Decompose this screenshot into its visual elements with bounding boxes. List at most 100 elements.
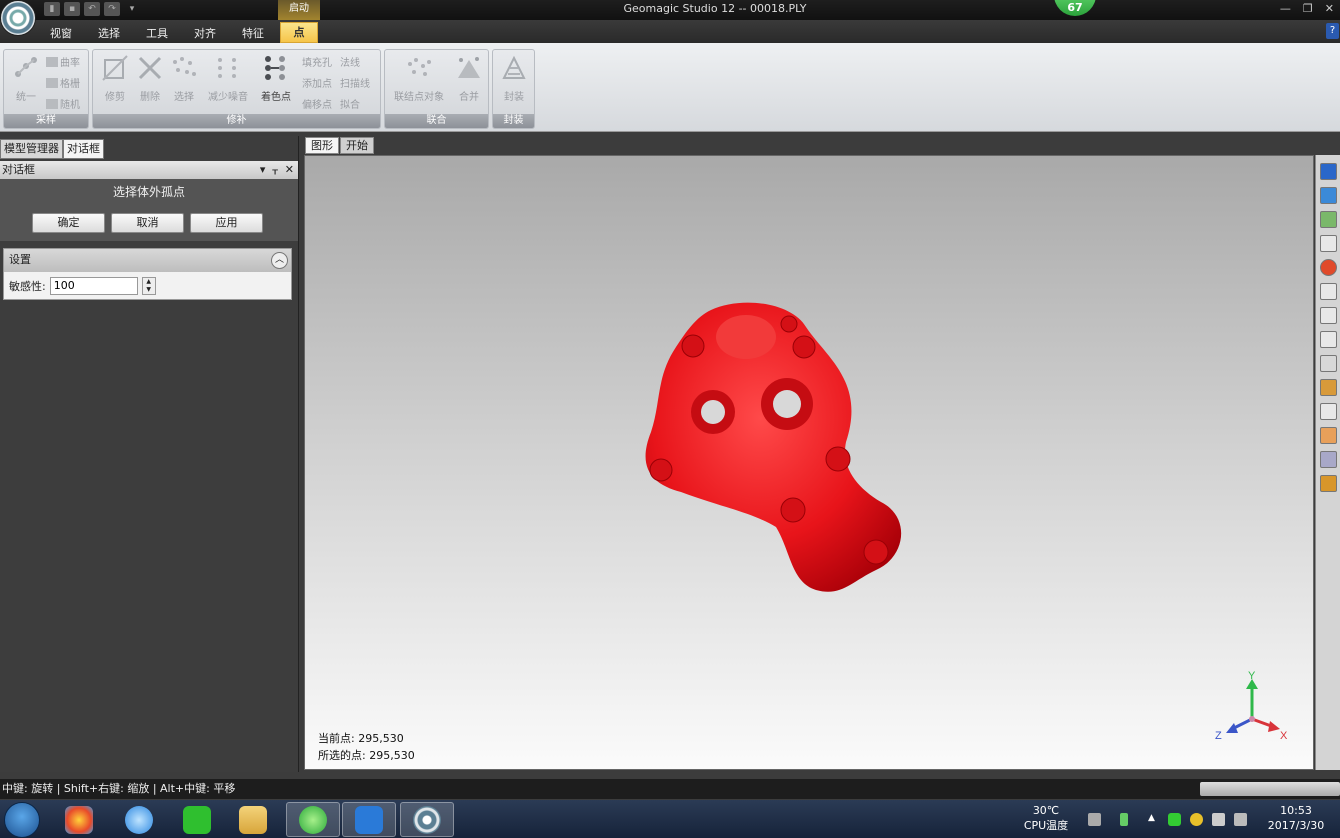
join-objects-label: 联结点对象	[394, 92, 444, 103]
dialog-title: 选择体外孤点	[0, 179, 298, 205]
fill-hole-button[interactable]: 填充孔	[302, 54, 332, 69]
taskbar-app-explorer[interactable]	[226, 802, 280, 837]
scan-lines-button[interactable]: 扫描线	[340, 75, 370, 90]
fit-button[interactable]: 拟合	[340, 96, 360, 111]
volume-icon[interactable]	[1212, 813, 1225, 826]
color-points-button[interactable]: 着色点	[256, 54, 296, 103]
curvature-icon	[46, 57, 58, 67]
line-select-icon[interactable]	[1320, 331, 1337, 348]
reduce-noise-button[interactable]: 减少噪音	[206, 54, 250, 103]
taskbar-app-iqiyi[interactable]	[170, 802, 224, 837]
layer-icon[interactable]	[1320, 427, 1337, 444]
random-button[interactable]: 随机	[46, 96, 80, 111]
app-menu-button[interactable]	[0, 0, 36, 36]
spin-down-icon[interactable]: ▼	[146, 286, 151, 294]
polyline-select-icon[interactable]	[1320, 403, 1337, 420]
cancel-button[interactable]: 取消	[111, 213, 184, 233]
tab-model-manager[interactable]: 模型管理器	[0, 139, 63, 159]
taskbar-app-geomagic[interactable]	[400, 802, 454, 837]
random-label: 随机	[60, 100, 80, 111]
tab-dialog[interactable]: 对话框	[63, 139, 104, 159]
undo-icon[interactable]: ↶	[84, 2, 100, 16]
offset-points-button[interactable]: 偏移点	[302, 96, 332, 111]
collapse-icon[interactable]: ︿	[271, 252, 288, 269]
normals-button[interactable]: 法线	[340, 54, 360, 69]
taskbar-app-ie[interactable]	[112, 802, 166, 837]
fit-label: 拟合	[340, 100, 360, 111]
zoom-icon[interactable]	[1320, 235, 1337, 252]
network-icon[interactable]	[1234, 813, 1247, 826]
ok-button[interactable]: 确定	[32, 213, 105, 233]
filter-icon[interactable]	[1320, 451, 1337, 468]
dropdown-icon[interactable]: ▾	[260, 161, 266, 178]
grid-button[interactable]: 格栅	[46, 75, 80, 90]
rectangle-select-icon[interactable]	[1320, 283, 1337, 300]
maximize-button[interactable]: ❐	[1303, 2, 1313, 15]
settings-header[interactable]: 设置 ︿	[4, 249, 291, 272]
spin-up-icon[interactable]: ▲	[146, 278, 151, 286]
box-icon[interactable]	[1320, 475, 1337, 492]
graphics-viewport[interactable]: 当前点: 295,530 所选的点: 295,530 Y X Z	[304, 155, 1314, 770]
battery-icon[interactable]	[1120, 813, 1128, 826]
brush-select-icon[interactable]	[1320, 355, 1337, 372]
landscape-icon[interactable]	[1320, 211, 1337, 228]
menu-points[interactable]: 点	[280, 22, 318, 43]
join-objects-button[interactable]: 联结点对象	[391, 54, 447, 103]
keyboard-icon[interactable]	[1088, 813, 1101, 826]
clock[interactable]: 10:53 2017/3/30	[1256, 803, 1336, 833]
add-points-button[interactable]: 添加点	[302, 75, 332, 90]
cpu-temperature[interactable]: 30℃ CPU温度	[1020, 803, 1072, 833]
menu-view[interactable]: 视窗	[50, 25, 72, 41]
wrap-button[interactable]: 封装	[494, 54, 534, 103]
custom-region-icon[interactable]	[1320, 379, 1337, 396]
point-cloud-model[interactable]	[641, 302, 911, 602]
tray-app-icon[interactable]	[1190, 813, 1203, 826]
performance-badge[interactable]: 67	[1054, 0, 1096, 16]
menu-align[interactable]: 对齐	[194, 25, 216, 41]
taskbar-app-wps[interactable]	[342, 802, 396, 837]
menu-features[interactable]: 特征	[242, 25, 264, 41]
cpu-temp-label: CPU温度	[1023, 819, 1069, 832]
sensitivity-spinner[interactable]: ▲ ▼	[141, 276, 156, 295]
taskbar-app-360[interactable]	[52, 802, 106, 837]
tab-start[interactable]: 开始	[340, 137, 374, 154]
taskbar-app-browser[interactable]	[286, 802, 340, 837]
pin-icon[interactable]: ᚁ	[272, 161, 277, 178]
minimize-button[interactable]: —	[1280, 2, 1291, 15]
curvature-button[interactable]: 曲率	[46, 54, 80, 69]
menu-tools[interactable]: 工具	[146, 25, 168, 41]
redo-icon[interactable]: ↷	[104, 2, 120, 16]
close-icon[interactable]: ✕	[285, 161, 294, 178]
qat-dropdown-icon[interactable]: ▾	[124, 2, 140, 16]
help-button[interactable]: ?	[1326, 23, 1339, 39]
delete-icon	[138, 56, 162, 80]
security-shield-icon[interactable]	[1168, 813, 1181, 826]
trim-button[interactable]: 修剪	[95, 54, 135, 103]
menu-select[interactable]: 选择	[98, 25, 120, 41]
dialog-buttons: 确定 取消 应用	[0, 205, 298, 241]
close-button[interactable]: ✕	[1325, 2, 1334, 15]
view-cube-icon[interactable]	[1320, 163, 1337, 180]
sensitivity-input[interactable]	[49, 276, 138, 295]
apply-button[interactable]: 应用	[190, 213, 263, 233]
select-button[interactable]: 选择	[164, 54, 204, 103]
color-sphere-icon[interactable]	[1320, 259, 1337, 276]
start-context-tab[interactable]: 启动	[278, 0, 320, 20]
dialog-header-controls: ▾ ᚁ ✕	[260, 161, 294, 178]
left-panel: 模型管理器 对话框 对话框 ▾ ᚁ ✕ 选择体外孤点 确定 取消 应用 设置 ︿…	[0, 136, 299, 772]
dialog-panel-header: 对话框 ▾ ᚁ ✕	[0, 161, 298, 179]
window-controls: — ❐ ✕	[1280, 2, 1334, 15]
tray-expand-icon[interactable]: ▲	[1148, 813, 1161, 826]
unify-button[interactable]: 统一	[6, 54, 46, 103]
mouse-hint: 中键: 旋转 | Shift+右键: 缩放 | Alt+中键: 平移	[2, 782, 236, 795]
start-button[interactable]	[4, 802, 40, 838]
model-hole-right	[773, 390, 801, 418]
axis-x-label: X	[1280, 730, 1288, 741]
merge-button[interactable]: 合并	[449, 54, 489, 103]
view-plane-icon[interactable]	[1320, 187, 1337, 204]
save-icon[interactable]: ▪	[64, 2, 80, 16]
new-icon[interactable]: ▮	[44, 2, 60, 16]
group-label-wrap: 封装	[493, 114, 534, 128]
lasso-select-icon[interactable]	[1320, 307, 1337, 324]
tab-graphics[interactable]: 图形	[305, 137, 339, 154]
